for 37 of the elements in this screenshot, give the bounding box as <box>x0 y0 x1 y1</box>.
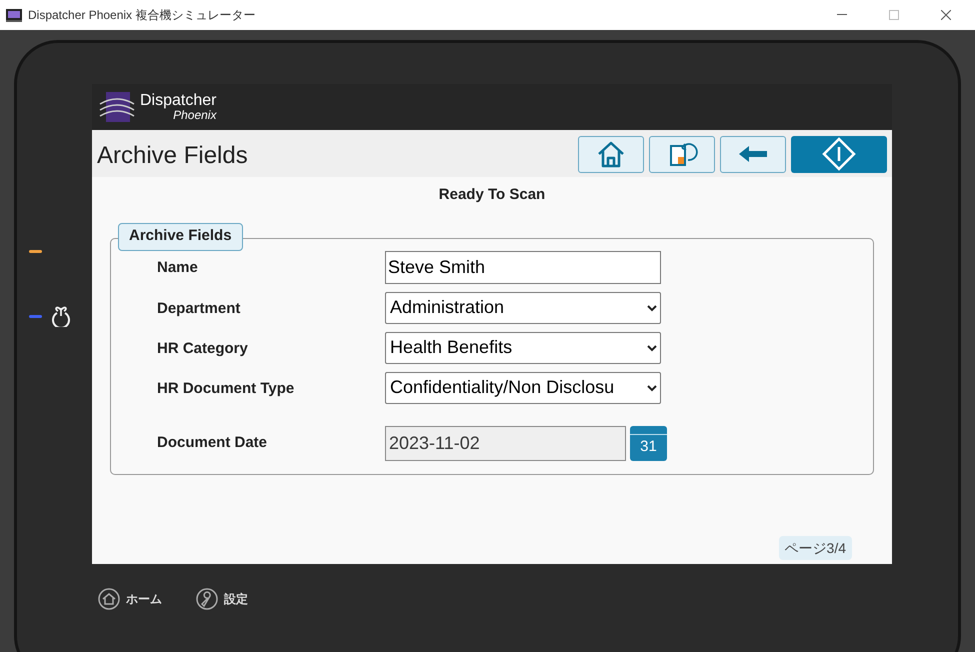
page-indicator: ページ3/4 <box>778 536 852 560</box>
logo-icon <box>98 92 136 122</box>
dropdown[interactable]: Health Benefits <box>385 332 661 364</box>
settings-button[interactable]: 設定 <box>196 588 248 610</box>
fieldset-legend: Archive Fields <box>118 222 243 250</box>
scan-status: Ready To Scan <box>438 185 546 205</box>
workflow-button[interactable] <box>649 136 715 172</box>
close-icon[interactable] <box>941 10 951 20</box>
field-label: HR Category <box>157 338 249 358</box>
field-label: Document Date <box>157 432 268 452</box>
status-light <box>29 250 42 253</box>
text-field[interactable]: Steve Smith <box>385 250 661 284</box>
page-title: Archive Fields <box>97 141 248 171</box>
window-title: Dispatcher Phoenix 複合機シミュレーター <box>28 7 256 24</box>
dropdown[interactable]: Confidentiality/Non Disclosu <box>385 372 661 404</box>
home-icon <box>596 140 626 168</box>
logo-subtext: Phoenix <box>173 109 216 121</box>
home-icon <box>98 588 120 610</box>
chevron-icon <box>646 304 658 312</box>
logo-text: Dispatcher <box>140 93 216 109</box>
power-icon <box>51 305 71 327</box>
home-button[interactable]: ホーム <box>98 588 162 610</box>
back-button[interactable] <box>720 136 786 172</box>
field-label: Name <box>157 258 199 278</box>
start-icon <box>822 137 856 171</box>
chevron-icon <box>646 384 658 392</box>
status-light <box>29 315 42 318</box>
wrench-icon <box>196 588 218 610</box>
monitor-icon <box>6 8 22 22</box>
chevron-icon <box>646 344 658 352</box>
field-label: HR Document Type <box>157 378 296 398</box>
home-button[interactable] <box>578 136 644 172</box>
back-arrow-icon <box>737 144 769 164</box>
start-button[interactable] <box>791 136 887 172</box>
minimize-icon[interactable] <box>837 14 847 16</box>
field-label: Department <box>157 298 242 318</box>
dropdown[interactable]: Administration <box>385 292 661 324</box>
